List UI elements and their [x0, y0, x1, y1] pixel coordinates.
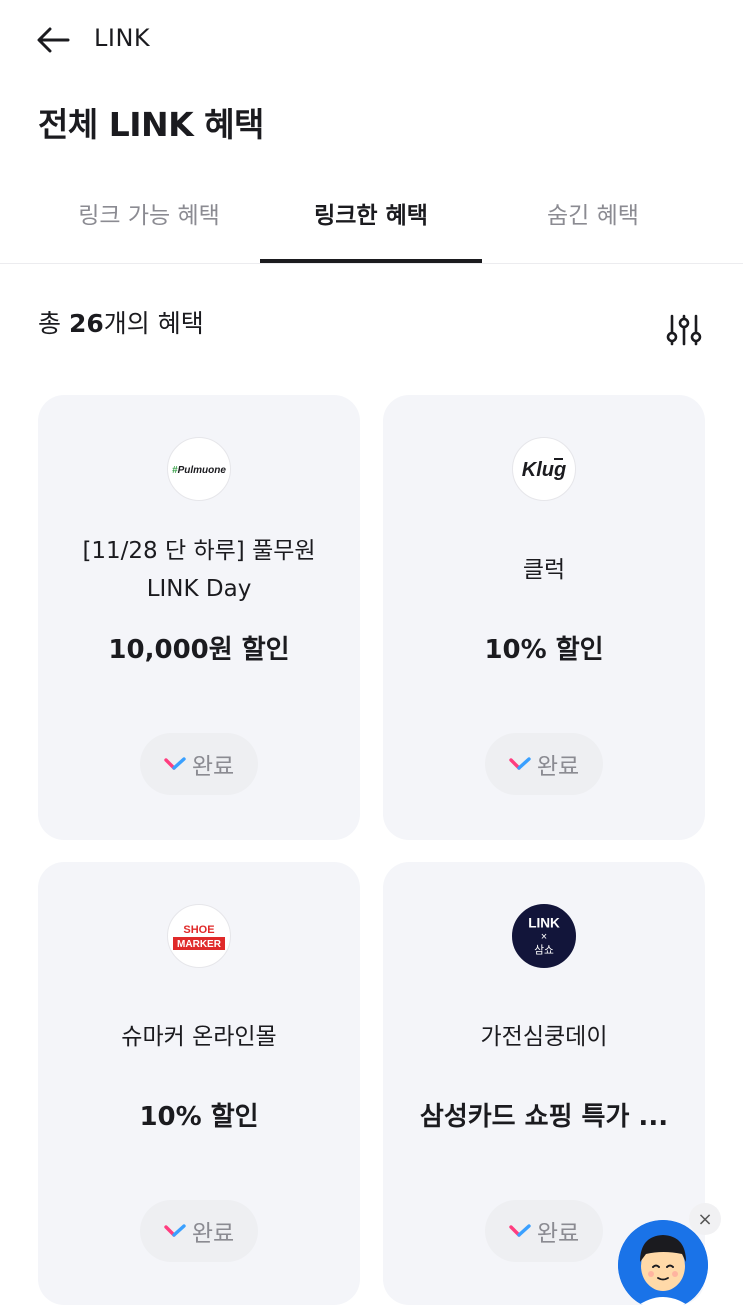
sliders-icon — [666, 314, 702, 346]
card-name-line1: [11/28 단 하루] 풀무원 — [82, 538, 316, 564]
pulmuone-logo: #Pulmuone — [167, 437, 231, 501]
shoemarker-logo: SHOE MARKER — [167, 904, 231, 968]
check-icon — [164, 1224, 186, 1237]
card-name: 가전심쿵데이 — [480, 1024, 608, 1050]
chatbot-character-icon — [618, 1220, 708, 1305]
svg-text:MARKER: MARKER — [177, 939, 222, 950]
card-name: [11/28 단 하루] 풀무원 LINK Day — [48, 532, 350, 608]
done-button[interactable]: 완료 — [140, 1200, 258, 1262]
done-button[interactable]: 완료 — [485, 1200, 603, 1262]
done-label: 완료 — [536, 1221, 580, 1247]
tab-linked-benefits[interactable]: 링크한 혜택 — [260, 182, 482, 263]
card-benefit: 10% 할인 — [139, 1102, 259, 1132]
filter-button[interactable] — [664, 310, 710, 356]
back-button[interactable] — [36, 22, 76, 58]
card-benefit: 삼성카드 쇼핑 특가 ... — [419, 1102, 669, 1132]
card-name: 클럭 — [522, 557, 566, 583]
svg-text:LINK: LINK — [528, 915, 560, 930]
chat-close-button[interactable]: × — [689, 1203, 721, 1235]
count-suffix: 개의 혜택 — [103, 309, 204, 338]
check-icon — [509, 1224, 531, 1237]
svg-text:삼쇼: 삼쇼 — [534, 943, 554, 956]
klug-logo: Klug — [512, 437, 576, 501]
done-label: 완료 — [536, 754, 580, 780]
tab-linkable-benefits[interactable]: 링크 가능 혜택 — [38, 182, 260, 263]
check-icon — [509, 757, 531, 770]
link-samsung-logo: LINK × 삼쇼 — [512, 904, 576, 968]
card-benefit: 10,000원 할인 — [108, 635, 290, 665]
tab-bar: 링크 가능 혜택 링크한 혜택 숨긴 혜택 — [0, 182, 743, 264]
header-title: LINK — [94, 24, 151, 52]
card-name-line2: LINK Day — [146, 576, 252, 602]
done-label: 완료 — [191, 1221, 235, 1247]
svg-text:SHOE: SHOE — [183, 924, 214, 936]
count-number: 26 — [68, 309, 104, 338]
svg-text:Klug: Klug — [522, 459, 566, 481]
benefit-card-shoemarker[interactable]: SHOE MARKER 슈마커 온라인몰 10% 할인 완료 — [38, 862, 360, 1305]
chatbot-avatar-button[interactable] — [618, 1220, 708, 1305]
svg-text:×: × — [541, 931, 547, 943]
benefit-count: 총 26개의 혜택 — [38, 304, 204, 340]
card-name: 슈마커 온라인몰 — [121, 1024, 277, 1050]
benefit-card-klug[interactable]: Klug 클럭 10% 할인 완료 — [383, 395, 705, 840]
top-bar: LINK — [0, 0, 743, 80]
count-prefix: 총 — [38, 309, 69, 338]
benefit-card-pulmuone[interactable]: #Pulmuone [11/28 단 하루] 풀무원 LINK Day 10,0… — [38, 395, 360, 840]
done-button[interactable]: 완료 — [140, 733, 258, 795]
arrow-left-icon — [37, 27, 70, 53]
check-icon — [164, 757, 186, 770]
done-label: 완료 — [191, 754, 235, 780]
page-title: 전체 LINK 혜택 — [38, 105, 264, 144]
done-button[interactable]: 완료 — [485, 733, 603, 795]
tab-hidden-benefits[interactable]: 숨긴 혜택 — [482, 182, 704, 263]
card-benefit: 10% 할인 — [484, 635, 604, 665]
svg-text:#Pulmuone: #Pulmuone — [172, 465, 226, 476]
